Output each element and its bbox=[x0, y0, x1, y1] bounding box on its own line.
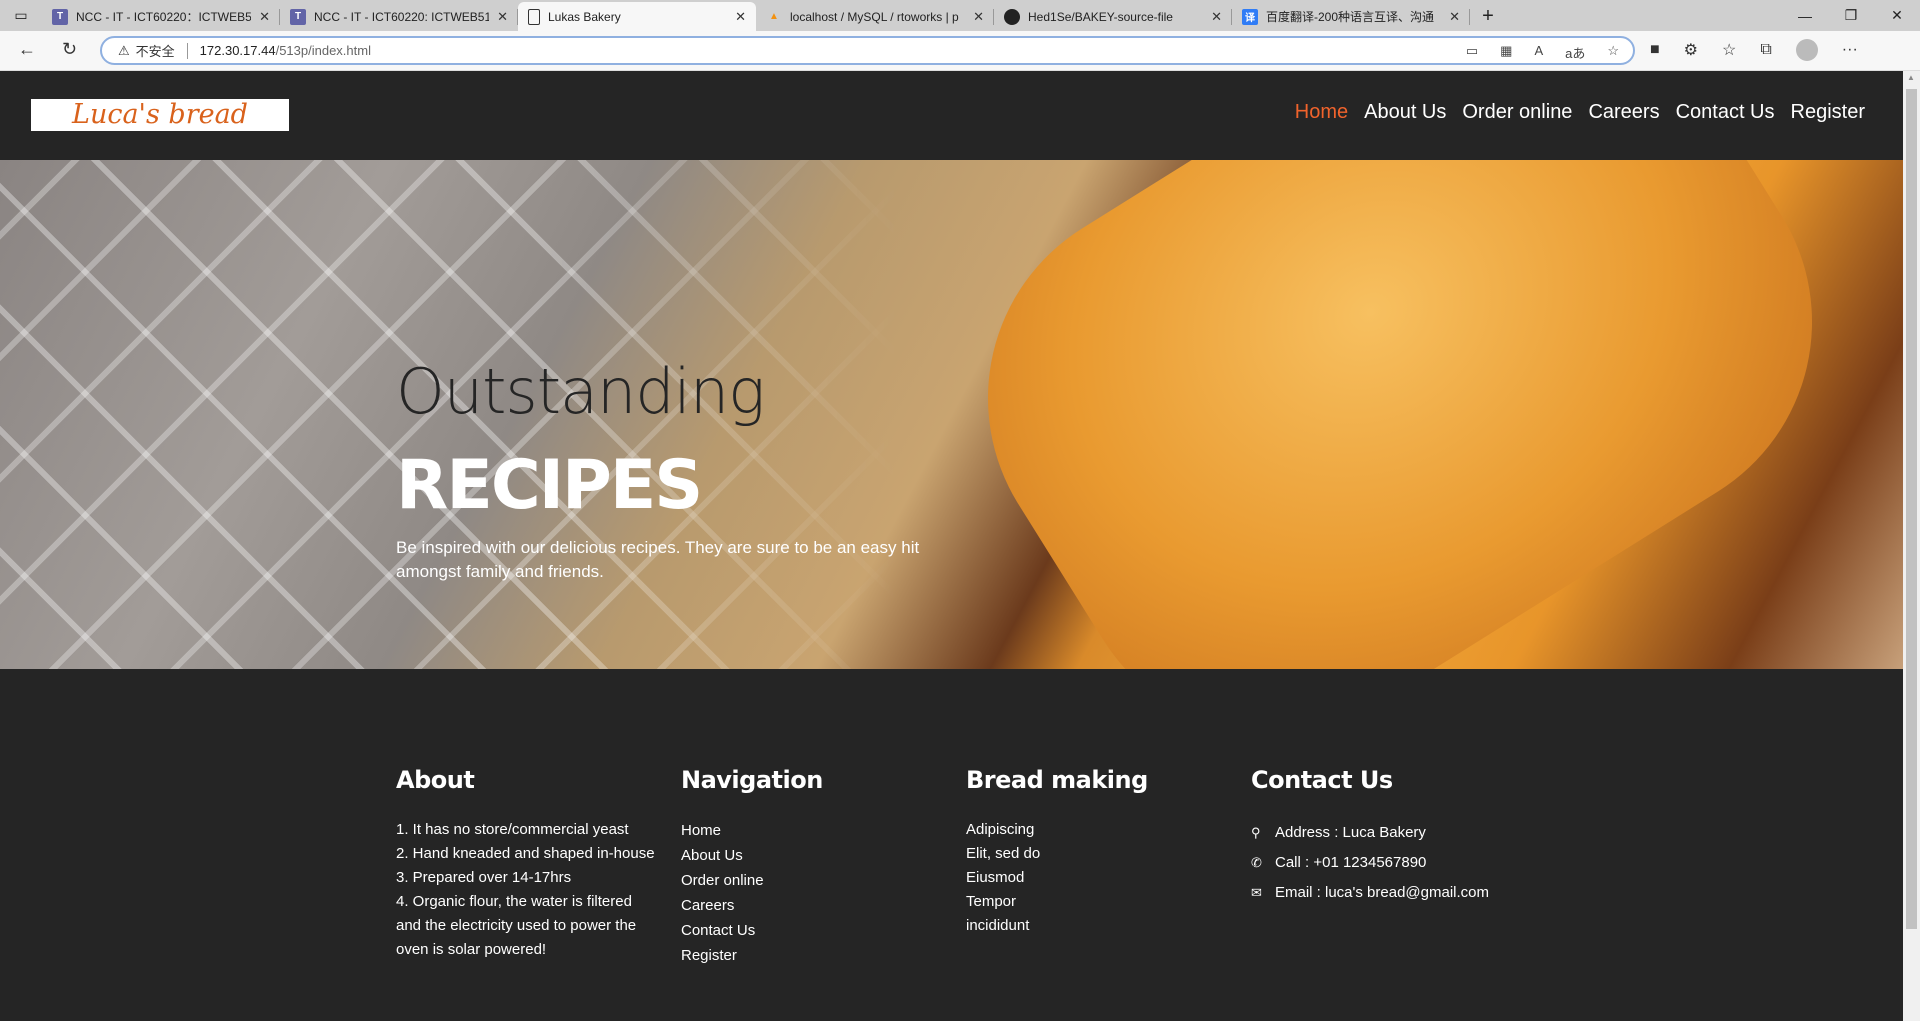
about-item: 4. Organic flour, the water is filtered … bbox=[396, 893, 637, 958]
more-menu-icon[interactable]: ··· bbox=[1842, 41, 1858, 59]
site-logo[interactable]: Luca's bread bbox=[31, 99, 289, 131]
teams-icon: T bbox=[52, 8, 68, 25]
footer-link-order-online[interactable]: Order online bbox=[681, 868, 951, 893]
about-item: 1. It has no store/commercial yeast bbox=[396, 821, 629, 838]
tab-title: NCC - IT - ICT60220：ICTWEB51 bbox=[76, 10, 252, 24]
tab-title: Hed1Se/BAKEY-source-file bbox=[1028, 9, 1173, 24]
footer-about: About 1. It has no store/commercial yeas… bbox=[396, 766, 661, 962]
main-nav: Home About Us Order online Careers Conta… bbox=[1295, 101, 1865, 124]
nav-order-online[interactable]: Order online bbox=[1462, 101, 1572, 124]
close-tab-icon[interactable]: ✕ bbox=[259, 9, 270, 25]
footer-heading: Contact Us bbox=[1251, 766, 1393, 794]
phpmyadmin-icon: ▲ bbox=[769, 11, 779, 22]
contact-address: Address : Luca Bakery bbox=[1275, 824, 1426, 841]
browser-tab[interactable]: T NCC - IT - ICT60220：ICTWEB51 ✕ bbox=[42, 2, 280, 31]
bread-item: Tempor bbox=[966, 893, 1017, 910]
about-item: 2. Hand kneaded and shaped in-house bbox=[396, 845, 655, 862]
nav-register[interactable]: Register bbox=[1791, 101, 1865, 124]
close-tab-icon[interactable]: ✕ bbox=[973, 9, 984, 25]
read-aloud-icon[interactable]: A bbox=[1534, 43, 1543, 62]
translate-icon[interactable]: aあ bbox=[1565, 43, 1585, 62]
hero-title-bold: RECIPES bbox=[396, 446, 703, 525]
browser-tab[interactable]: ▲ localhost / MySQL / rtoworks | p ✕ bbox=[756, 2, 994, 31]
url-host: 172.30.17.44 bbox=[199, 43, 276, 58]
favorite-add-icon[interactable]: ☆ bbox=[1607, 43, 1619, 62]
scroll-up-icon[interactable]: ▲ bbox=[1907, 73, 1915, 82]
refresh-icon[interactable]: ↻ bbox=[62, 39, 77, 60]
tab-title: Lukas Bakery bbox=[548, 9, 621, 24]
hero-description: Be inspired with our delicious recipes. … bbox=[396, 538, 920, 581]
teams-icon: T bbox=[290, 8, 306, 25]
tab-title: NCC - IT - ICT60220: ICTWEB513 bbox=[314, 9, 490, 24]
footer-heading: About bbox=[396, 766, 475, 794]
bread-item: Elit, sed do bbox=[966, 845, 1041, 862]
nav-careers[interactable]: Careers bbox=[1588, 101, 1659, 124]
hero-title-light: Outstanding bbox=[396, 355, 765, 428]
map-marker-icon: ⚲ bbox=[1251, 825, 1261, 840]
github-icon bbox=[1004, 8, 1020, 25]
url-path: /513p/index.html bbox=[275, 43, 371, 58]
security-label[interactable]: 不安全 bbox=[136, 41, 175, 60]
site-footer: About 1. It has no store/commercial yeas… bbox=[0, 669, 1903, 1021]
close-window-icon[interactable]: ✕ bbox=[1874, 0, 1920, 31]
phone-icon: ✆ bbox=[1251, 855, 1262, 870]
baidu-translate-icon: 译 bbox=[1242, 8, 1258, 25]
qr-icon[interactable]: ▦ bbox=[1500, 43, 1512, 62]
footer-link-register[interactable]: Register bbox=[681, 943, 951, 968]
favorites-icon[interactable]: ☆ bbox=[1722, 40, 1736, 60]
browser-tab-active[interactable]: Lukas Bakery ✕ bbox=[518, 2, 756, 31]
about-item: 3. Prepared over 14-17hrs bbox=[396, 869, 572, 886]
profile-avatar[interactable] bbox=[1795, 39, 1818, 61]
scrollbar-thumb[interactable] bbox=[1906, 89, 1917, 929]
bread-item: Eiusmod bbox=[966, 869, 1025, 886]
browser-tab[interactable]: Hed1Se/BAKEY-source-file ✕ bbox=[994, 2, 1232, 31]
page-icon bbox=[528, 8, 540, 25]
footer-contact: Contact Us ⚲ Address : Luca Bakery ✆ Call … bbox=[1251, 766, 1571, 908]
close-tab-icon[interactable]: ✕ bbox=[735, 9, 746, 25]
bread-item: Adipiscing bbox=[966, 821, 1035, 838]
nav-about-us[interactable]: About Us bbox=[1364, 101, 1446, 124]
footer-link-careers[interactable]: Careers bbox=[681, 893, 951, 918]
restore-icon[interactable]: ❐ bbox=[1828, 0, 1874, 31]
close-tab-icon[interactable]: ✕ bbox=[497, 9, 508, 25]
extension-icon[interactable]: ■ bbox=[1650, 41, 1660, 59]
nav-home[interactable]: Home bbox=[1295, 101, 1348, 124]
tab-title: 百度翻译-200种语言互译、沟通 bbox=[1266, 10, 1435, 24]
footer-link-about-us[interactable]: About Us bbox=[681, 843, 951, 868]
browser-tab[interactable]: T NCC - IT - ICT60220: ICTWEB513 ✕ bbox=[280, 2, 518, 31]
warning-icon: ⚠ bbox=[118, 42, 130, 58]
address-toolbar: ← ↻ ⚠ 不安全 172.30.17.44/513p/index.html ▭… bbox=[0, 31, 1920, 71]
collections-icon[interactable]: ⧉ bbox=[1760, 41, 1771, 59]
contact-phone: Call : +01 1234567890 bbox=[1275, 854, 1427, 871]
tab-title: localhost / MySQL / rtoworks | p bbox=[790, 9, 959, 24]
back-icon[interactable]: ← bbox=[18, 39, 36, 60]
new-tab-button[interactable]: + bbox=[1470, 2, 1506, 31]
nav-contact-us[interactable]: Contact Us bbox=[1676, 101, 1775, 124]
hero-background-bread bbox=[912, 160, 1888, 669]
minimize-icon[interactable]: — bbox=[1782, 0, 1828, 31]
page-scrollbar[interactable]: ▲ bbox=[1903, 71, 1920, 1021]
tab-strip: ▭ T NCC - IT - ICT60220：ICTWEB51 ✕ T NCC - … bbox=[0, 0, 1920, 31]
hero-carousel: Outstanding RECIPES Be inspired with our… bbox=[0, 160, 1903, 669]
tab-actions-icon[interactable]: ▭ bbox=[0, 0, 42, 31]
footer-navigation: Navigation Home About Us Order online Ca… bbox=[681, 766, 951, 968]
contact-email[interactable]: Email : luca's bread@gmail.com bbox=[1275, 878, 1489, 908]
footer-heading: Navigation bbox=[681, 766, 823, 794]
close-tab-icon[interactable]: ✕ bbox=[1449, 9, 1460, 25]
footer-bread-making: Bread making Adipiscing Elit, sed do Eiu… bbox=[966, 766, 1236, 938]
address-bar[interactable]: ⚠ 不安全 172.30.17.44/513p/index.html ▭ ▦ Aaあ… bbox=[100, 36, 1635, 65]
browser-tab[interactable]: 译百度翻译-200种语言互译、沟通 ✕ bbox=[1232, 2, 1470, 31]
close-tab-icon[interactable]: ✕ bbox=[1211, 9, 1222, 25]
footer-link-contact-us[interactable]: Contact Us bbox=[681, 918, 951, 943]
envelope-icon: ✉ bbox=[1251, 885, 1262, 900]
extensions-icon[interactable]: ⚙ bbox=[1684, 40, 1698, 60]
bread-item: incididunt bbox=[966, 917, 1030, 934]
footer-heading: Bread making bbox=[966, 766, 1148, 794]
site-header: Luca's bread Home About Us Order online … bbox=[0, 71, 1903, 160]
app-available-icon[interactable]: ▭ bbox=[1466, 43, 1478, 62]
divider bbox=[186, 42, 188, 59]
web-page: Luca's bread Home About Us Order online … bbox=[0, 71, 1903, 1021]
footer-link-home[interactable]: Home bbox=[681, 818, 951, 843]
